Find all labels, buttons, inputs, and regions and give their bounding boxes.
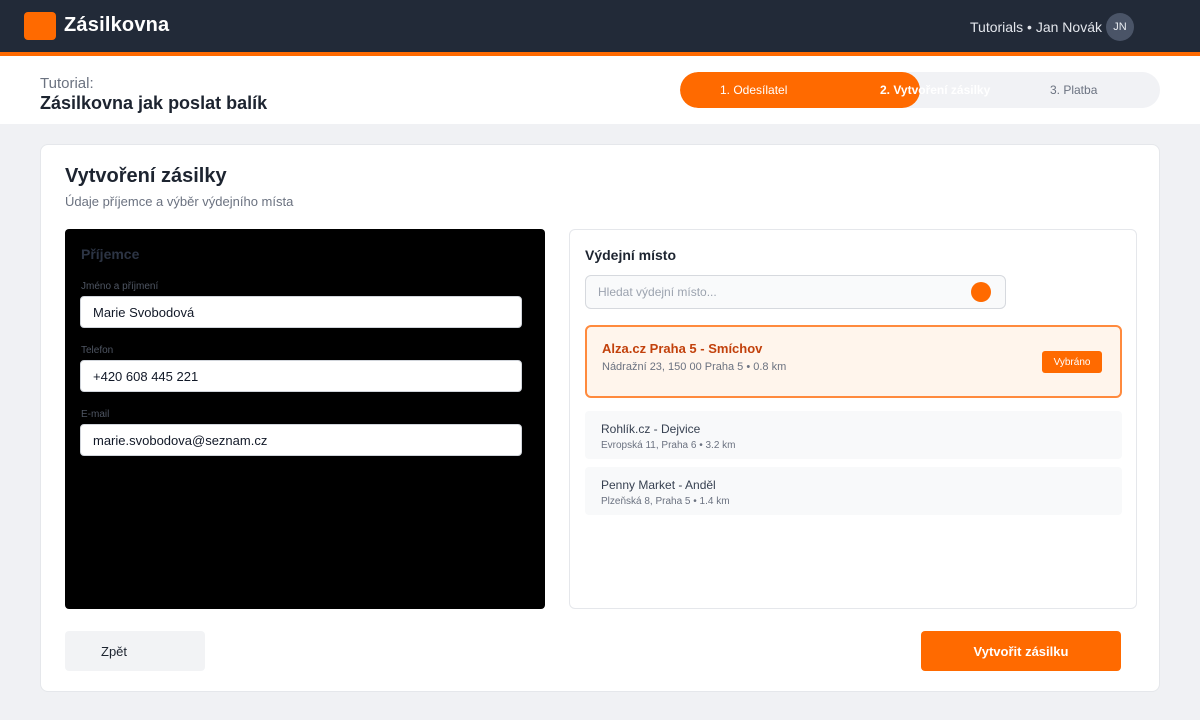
form-subtitle: Údaje příjemce a výběr výdejního místa: [65, 194, 294, 209]
recipient-title: Příjemce: [81, 246, 140, 262]
avatar[interactable]: JN: [1106, 13, 1134, 41]
pickup-option-name: Alza.cz Praha 5 - Smíchov: [602, 341, 763, 356]
subheader: Tutorial: Zásilkovna jak poslat balík 1.…: [0, 56, 1200, 124]
pickup-point-panel: Výdejní místo Alza.cz Praha 5 - Smíchov …: [569, 229, 1137, 609]
pickup-option-address: Evropská 11, Praha 6 • 3.2 km: [601, 440, 736, 451]
pickup-option[interactable]: Rohlík.cz - Dejvice Evropská 11, Praha 6…: [585, 411, 1122, 459]
pickup-search-input[interactable]: [585, 275, 1006, 309]
email-field[interactable]: [80, 424, 522, 456]
create-shipment-button[interactable]: Vytvořit zásilku: [921, 631, 1121, 671]
brand-name[interactable]: Zásilkovna: [64, 14, 169, 37]
step-create-shipment[interactable]: 2. Vytvoření zásilky: [880, 72, 990, 108]
phone-field[interactable]: [80, 360, 522, 392]
page-title: Zásilkovna jak poslat balík: [40, 93, 268, 113]
step-sender[interactable]: 1. Odesílatel: [720, 72, 787, 108]
search-dot-icon[interactable]: [971, 282, 991, 302]
user-breadcrumb: Tutorials • Jan Novák: [970, 19, 1102, 35]
logo-square-icon[interactable]: [24, 12, 56, 40]
email-label: E-mail: [81, 409, 110, 420]
phone-label: Telefon: [81, 345, 114, 356]
pickup-option-address: Nádražní 23, 150 00 Praha 5 • 0.8 km: [602, 361, 787, 373]
pickup-option-name: Rohlík.cz - Dejvice: [601, 422, 701, 436]
step-payment[interactable]: 3. Platba: [1050, 72, 1097, 108]
pickup-option[interactable]: Penny Market - Anděl Plzeňská 8, Praha 5…: [585, 467, 1122, 515]
form-title: Vytvoření zásilky: [65, 165, 227, 187]
pickup-option-name: Penny Market - Anděl: [601, 478, 716, 492]
top-bar: Zásilkovna Tutorials • Jan Novák JN: [0, 0, 1200, 52]
selected-badge: Vybráno: [1042, 351, 1102, 373]
shipment-form-card: Vytvoření zásilky Údaje příjemce a výběr…: [40, 144, 1160, 692]
recipient-panel: Příjemce Jméno a příjmení Telefon E-mail: [65, 229, 545, 609]
tutorial-label: Tutorial:: [40, 75, 94, 92]
pickup-title: Výdejní místo: [585, 247, 677, 263]
pickup-option-address: Plzeňská 8, Praha 5 • 1.4 km: [601, 496, 730, 507]
pickup-option-selected[interactable]: Alza.cz Praha 5 - Smíchov Nádražní 23, 1…: [585, 325, 1122, 398]
name-label: Jméno a příjmení: [81, 281, 159, 292]
back-button[interactable]: Zpět: [65, 631, 205, 671]
name-field[interactable]: [80, 296, 522, 328]
progress-stepper: 1. Odesílatel 2. Vytvoření zásilky 3. Pl…: [680, 72, 1160, 108]
